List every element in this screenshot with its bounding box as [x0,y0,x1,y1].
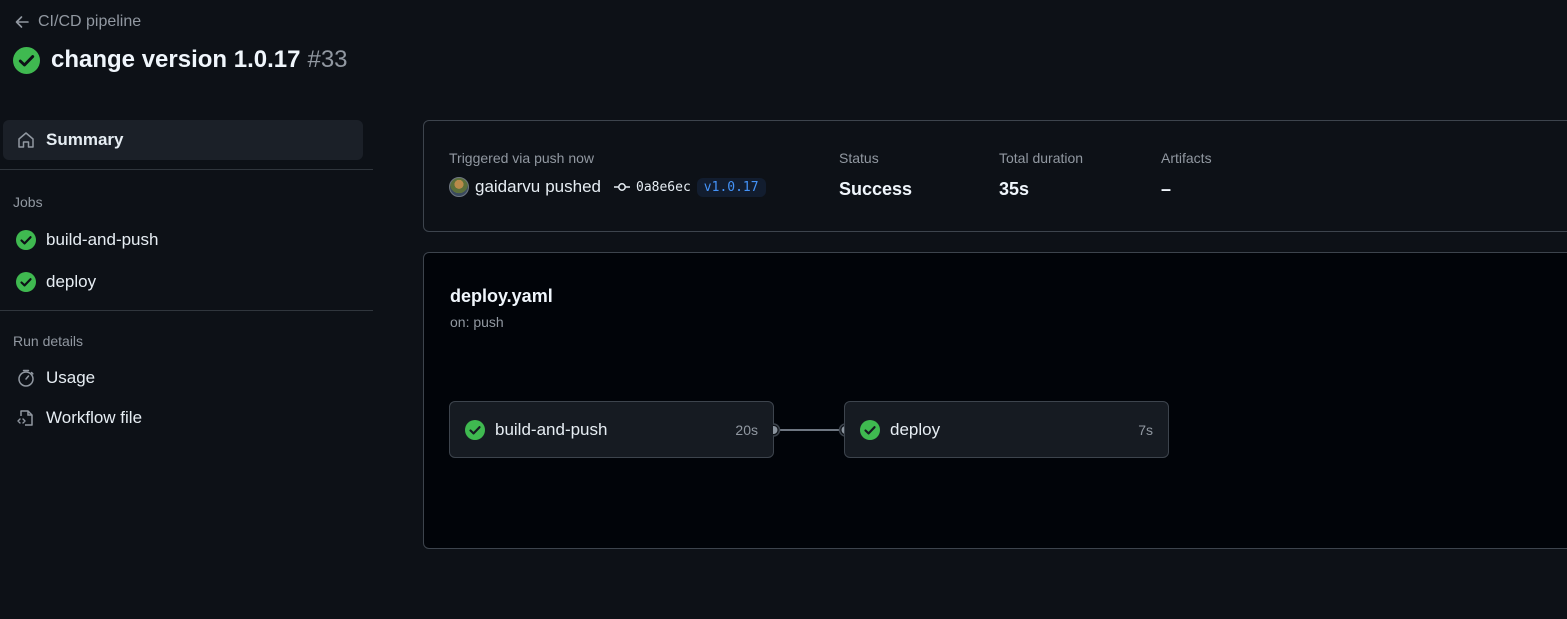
push-action: pushed [545,177,601,196]
home-icon [18,132,34,148]
avatar[interactable] [449,177,469,197]
check-circle-icon [860,419,880,440]
artifacts-value: – [1161,179,1172,199]
triggered-label: Triggered via push now [449,150,595,166]
duration-label: Total duration [999,150,1084,166]
user-link[interactable]: gaidarvu [475,177,540,197]
artifacts-label: Artifacts [1161,150,1212,166]
workflow-run-page: CI/CD pipeline change version 1.0.17 #33 … [0,0,1567,619]
back-link[interactable]: CI/CD pipeline [14,13,141,31]
check-circle-icon [16,272,36,292]
status-info: Status Success [839,150,912,200]
check-circle-icon [13,46,40,74]
sidebar-item-label: Summary [46,130,124,149]
sidebar-item-summary[interactable]: Summary [3,120,363,160]
sidebar-item-label: Usage [46,368,96,387]
workflow-trigger: on: push [450,314,504,330]
duration-info: Total duration 35s [999,150,1083,200]
divider [0,169,373,170]
trigger-info: Triggered via push now gaidarvu pushed 0… [449,150,766,197]
job-node-duration: 7s [1138,421,1153,438]
job-node-deploy[interactable]: deploy 7s [844,401,1169,458]
check-circle-icon [465,419,485,440]
job-node-name: deploy [890,419,941,439]
job-node-build-and-push[interactable]: build-and-push 20s [449,401,774,458]
job-node-name: build-and-push [495,419,608,439]
sidebar-item-deploy[interactable]: deploy [3,262,363,302]
jobs-section-label: Jobs [13,194,43,210]
page-title: change version 1.0.17 [51,46,301,73]
run-number: #33 [307,46,348,73]
status-value: Success [839,179,913,199]
run-summary-card: Triggered via push now gaidarvu pushed 0… [423,120,1567,232]
run-details-section-label: Run details [13,333,84,349]
sidebar: Summary Jobs build-and-push deploy Run d… [0,118,373,438]
divider [0,310,373,311]
file-code-icon [17,410,33,426]
tag-badge[interactable]: v1.0.17 [696,177,766,197]
stopwatch-icon [18,369,34,387]
sidebar-item-label: deploy [46,272,97,291]
job-node-duration: 20s [735,421,758,438]
job-connector [773,423,846,437]
sidebar-item-workflow-file[interactable]: Workflow file [3,398,363,438]
commit-sha-link[interactable]: 0a8e6ec [636,180,691,195]
page-title-row: change version 1.0.17 #33 [13,46,348,74]
sidebar-item-usage[interactable]: Usage [3,358,363,398]
check-circle-icon [16,230,36,250]
status-label: Status [839,150,879,166]
sidebar-item-label: Workflow file [46,408,143,427]
git-commit-icon [614,183,630,191]
sidebar-item-build-and-push[interactable]: build-and-push [3,220,363,260]
workflow-file-name[interactable]: deploy.yaml [450,286,553,307]
workflow-graph-card: deploy.yaml on: push build-and-push 20s … [423,252,1567,549]
sidebar-item-label: build-and-push [46,230,159,249]
arrow-left-icon [15,16,29,28]
artifacts-info: Artifacts – [1161,150,1212,200]
back-link-label: CI/CD pipeline [38,13,142,30]
duration-value: 35s [999,179,1030,199]
